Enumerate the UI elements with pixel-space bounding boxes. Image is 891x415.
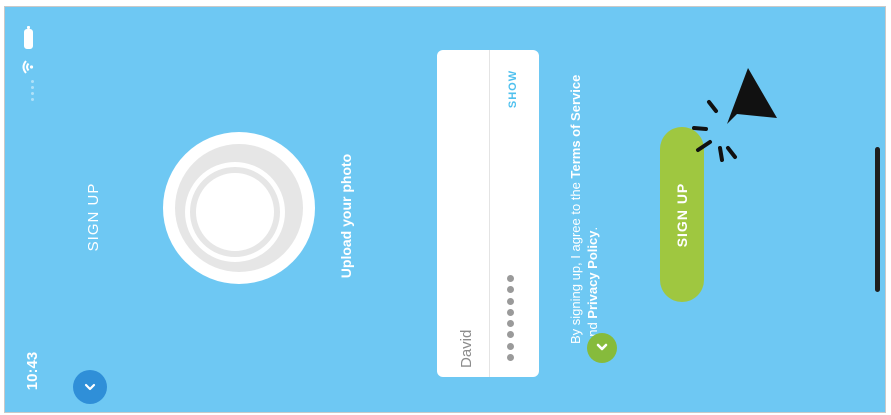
password-field[interactable] — [507, 275, 517, 361]
battery-icon — [24, 26, 33, 49]
photo-upload-button[interactable] — [163, 132, 315, 284]
privacy-policy-link[interactable]: Privacy Policy — [585, 231, 600, 319]
check-icon — [596, 343, 608, 351]
terms-of-service-link[interactable]: Terms of Service — [568, 75, 583, 179]
pointer-cursor-icon — [692, 68, 777, 162]
field-divider — [489, 50, 490, 377]
page-title: SIGN UP — [85, 182, 102, 252]
phone-screen: 10:43 SIGN UP Upload your photo David SH… — [4, 6, 886, 413]
scrollbar[interactable] — [875, 147, 880, 292]
upload-photo-label: Upload your photo — [338, 153, 354, 279]
signal-strength-icon — [31, 80, 35, 102]
back-button[interactable] — [73, 370, 107, 404]
show-password-button[interactable]: SHOW — [503, 63, 523, 115]
username-field[interactable]: David — [456, 278, 478, 368]
credentials-card — [437, 50, 539, 377]
wifi-icon — [22, 60, 34, 74]
terms-agreement-text: By signing up, I agree to the Terms of S… — [567, 74, 603, 344]
terms-checkbox[interactable] — [587, 333, 617, 363]
terms-suffix: . — [585, 226, 600, 231]
status-time: 10:43 — [24, 351, 41, 391]
chevron-down-icon — [84, 383, 96, 391]
terms-prefix: By signing up, I agree to the — [568, 178, 583, 344]
avatar-placeholder-icon — [175, 144, 303, 272]
sign-up-button-label: SIGN UP — [674, 182, 690, 248]
